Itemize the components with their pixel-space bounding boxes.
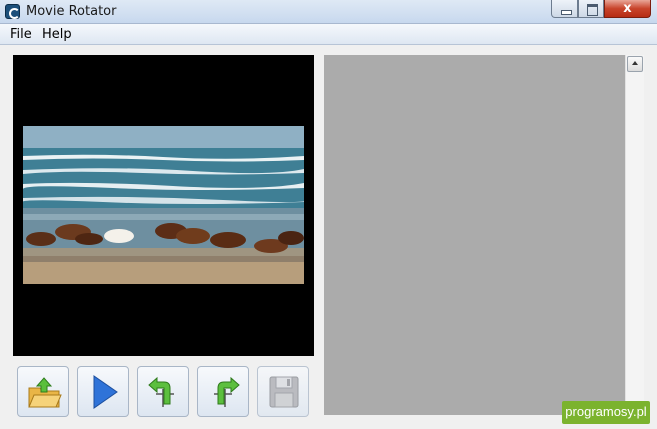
play-button[interactable] <box>77 366 129 417</box>
play-icon <box>93 375 118 409</box>
maximize-button[interactable] <box>578 0 604 18</box>
video-frame-image <box>23 126 304 284</box>
app-icon[interactable] <box>5 4 20 19</box>
folder-open-icon <box>28 377 62 408</box>
output-preview-panel <box>324 55 625 415</box>
menu-help[interactable]: Help <box>42 27 72 42</box>
rotate-right-button[interactable] <box>197 366 249 417</box>
close-icon: x <box>623 1 632 16</box>
minimize-button[interactable] <box>551 0 578 18</box>
title-bar[interactable]: Movie Rotator x <box>0 0 657 24</box>
client-area: programosy.pl <box>0 45 657 429</box>
close-button[interactable]: x <box>604 0 651 18</box>
open-file-button[interactable] <box>17 366 69 417</box>
vertical-scrollbar[interactable] <box>625 55 644 415</box>
rotate-left-button[interactable] <box>137 366 189 417</box>
video-frame <box>23 126 304 284</box>
video-preview-panel <box>13 55 314 356</box>
floppy-disk-icon <box>269 376 299 408</box>
rotate-right-icon <box>214 376 240 407</box>
watermark-badge: programosy.pl <box>562 401 650 424</box>
save-button[interactable] <box>257 366 309 417</box>
menu-bar: File Help <box>0 24 657 45</box>
window-title: Movie Rotator <box>26 4 117 19</box>
menu-file[interactable]: File <box>10 27 32 42</box>
scroll-up-button[interactable] <box>627 56 643 72</box>
rotate-left-icon <box>148 376 174 407</box>
